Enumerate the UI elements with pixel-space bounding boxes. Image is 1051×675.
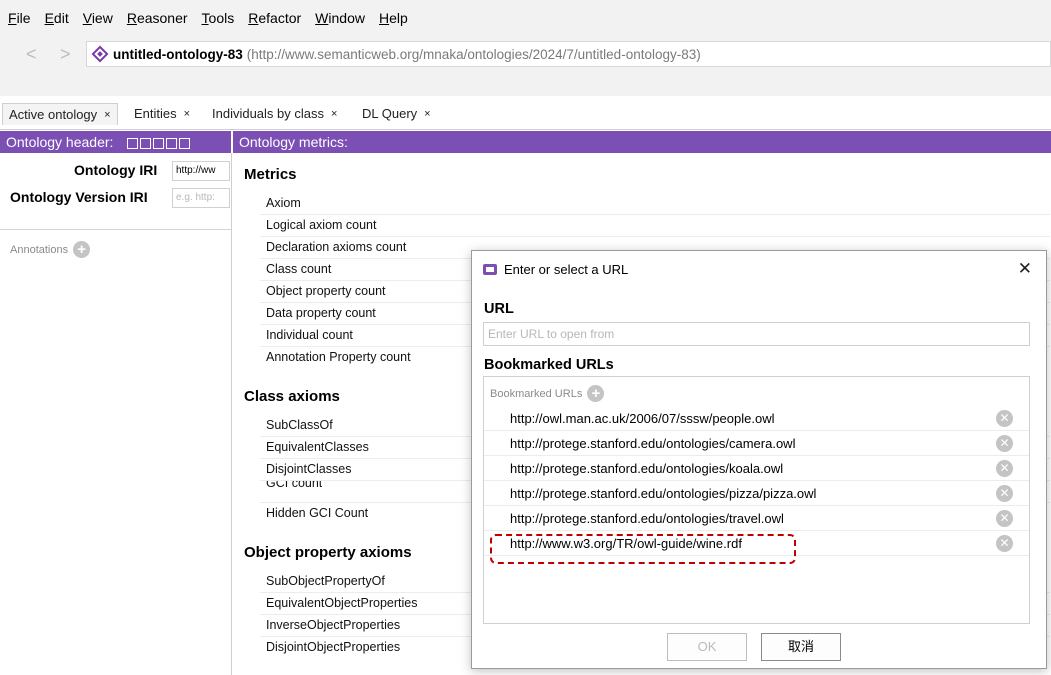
menu-window[interactable]: Window — [315, 10, 365, 26]
metric-row: Hidden GCI Count — [266, 506, 369, 520]
close-icon[interactable]: × — [104, 104, 110, 126]
remove-bookmark-icon[interactable]: ✕ — [996, 410, 1013, 427]
dialog-title-bar: Enter or select a URL — [472, 251, 1046, 287]
metric-row: Axiom — [266, 196, 301, 210]
forward-arrow-icon[interactable]: > — [60, 44, 71, 65]
bookmarked-urls-label: Bookmarked URLs — [484, 357, 614, 373]
metric-row: Individual count — [266, 328, 353, 342]
bookmark-item[interactable]: http://protege.stanford.edu/ontologies/c… — [484, 431, 1029, 456]
remove-bookmark-icon[interactable]: ✕ — [996, 485, 1013, 502]
tab-bar: Active ontology × Entities × Individuals b… — [0, 96, 1051, 130]
menu-bar: File Edit View Reasoner Tools Refactor W… — [0, 0, 1051, 36]
object-property-axioms-heading: Object property axioms — [244, 544, 412, 561]
class-axioms-heading: Class axioms — [244, 388, 340, 405]
ontology-iri-label: Ontology IRI — [74, 162, 158, 178]
metric-row: SubObjectPropertyOf — [266, 574, 385, 588]
ontology-iri: (http://www.semanticweb.org/mnaka/ontolo… — [246, 46, 701, 62]
divider — [0, 229, 232, 230]
tab-dl-query[interactable]: DL Query × — [356, 103, 437, 125]
ontology-header-bar: Ontology header: — [0, 131, 231, 153]
bookmarked-urls-panel: Bookmarked URLs + http://owl.man.ac.uk/2… — [483, 376, 1030, 624]
close-icon[interactable]: × — [331, 103, 337, 125]
metric-row: Annotation Property count — [266, 350, 411, 364]
bookmark-item[interactable]: http://protege.stanford.edu/ontologies/t… — [484, 506, 1029, 531]
close-icon[interactable]: ✕ — [1018, 259, 1032, 279]
metric-row: Class count — [266, 262, 332, 276]
menu-reasoner[interactable]: Reasoner — [127, 10, 188, 26]
open-url-dialog: Enter or select a URL ✕ URL Enter URL to… — [471, 250, 1047, 669]
bookmark-item[interactable]: http://protege.stanford.edu/ontologies/p… — [484, 481, 1029, 506]
ontology-version-iri-field[interactable]: e.g. http: — [172, 188, 230, 208]
url-input[interactable]: Enter URL to open from — [483, 322, 1030, 346]
add-bookmark-icon[interactable]: + — [587, 385, 605, 402]
add-annotation-icon[interactable]: + — [73, 241, 91, 258]
tab-individuals-by-class[interactable]: Individuals by class × — [206, 103, 343, 125]
menu-tools[interactable]: Tools — [202, 10, 235, 26]
metric-row: Declaration axioms count — [266, 240, 407, 254]
metric-row: GCI count — [266, 481, 323, 489]
metrics-heading: Metrics — [244, 166, 297, 183]
split-horizontal-icon[interactable] — [153, 137, 165, 149]
metric-row: DisjointClasses — [266, 462, 352, 476]
metric-row: InverseObjectProperties — [266, 618, 401, 632]
menu-file[interactable]: File — [8, 10, 31, 26]
tab-active-ontology[interactable]: Active ontology × — [2, 103, 118, 125]
bookmark-item[interactable]: http://protege.stanford.edu/ontologies/k… — [484, 456, 1029, 481]
ok-button[interactable]: OK — [667, 633, 747, 661]
ontology-iri-field[interactable]: http://ww — [172, 161, 230, 181]
ontology-header-panel: Ontology IRI http://ww Ontology Version … — [0, 153, 232, 675]
close-icon[interactable]: × — [424, 103, 430, 125]
remove-bookmark-icon[interactable]: ✕ — [996, 535, 1013, 552]
ontology-version-iri-label: Ontology Version IRI — [10, 189, 148, 205]
help-icon[interactable] — [127, 137, 139, 149]
bookmarked-urls-header: Bookmarked URLs + — [490, 385, 605, 402]
menu-edit[interactable]: Edit — [45, 10, 69, 26]
close-icon[interactable]: × — [184, 103, 190, 125]
metric-row: Logical axiom count — [266, 218, 377, 232]
metric-row: SubClassOf — [266, 418, 333, 432]
highlight-annotation — [490, 534, 796, 564]
view-buttons — [127, 137, 191, 149]
metric-row: DisjointObjectProperties — [266, 640, 401, 654]
protege-app-icon — [482, 261, 498, 277]
cancel-button[interactable]: 取消 — [761, 633, 841, 661]
tab-entities[interactable]: Entities × — [128, 103, 196, 125]
menu-view[interactable]: View — [83, 10, 113, 26]
url-label: URL — [484, 301, 514, 317]
close-view-icon[interactable] — [179, 137, 191, 149]
remove-bookmark-icon[interactable]: ✕ — [996, 510, 1013, 527]
ontology-metrics-bar: Ontology metrics: — [233, 131, 1051, 153]
metric-row: EquivalentObjectProperties — [266, 596, 418, 610]
ontology-name: untitled-ontology-83 — [113, 46, 243, 62]
annotations-section: Annotations + — [10, 241, 91, 258]
remove-bookmark-icon[interactable]: ✕ — [996, 435, 1013, 452]
ontology-diamond-icon — [91, 45, 109, 63]
bookmark-item[interactable]: http://owl.man.ac.uk/2006/07/sssw/people… — [484, 406, 1029, 431]
metric-row: EquivalentClasses — [266, 440, 369, 454]
metric-row: Object property count — [266, 284, 386, 298]
back-arrow-icon[interactable]: < — [26, 44, 37, 65]
menu-help[interactable]: Help — [379, 10, 408, 26]
float-icon[interactable] — [166, 137, 178, 149]
menu-refactor[interactable]: Refactor — [248, 10, 301, 26]
split-vertical-icon[interactable] — [140, 137, 152, 149]
remove-bookmark-icon[interactable]: ✕ — [996, 460, 1013, 477]
ontology-address-field[interactable]: untitled-ontology-83 (http://www.semanti… — [86, 41, 1051, 67]
metric-row: Data property count — [266, 306, 376, 320]
address-toolbar: < > untitled-ontology-83 (http://www.sem… — [0, 36, 1051, 96]
